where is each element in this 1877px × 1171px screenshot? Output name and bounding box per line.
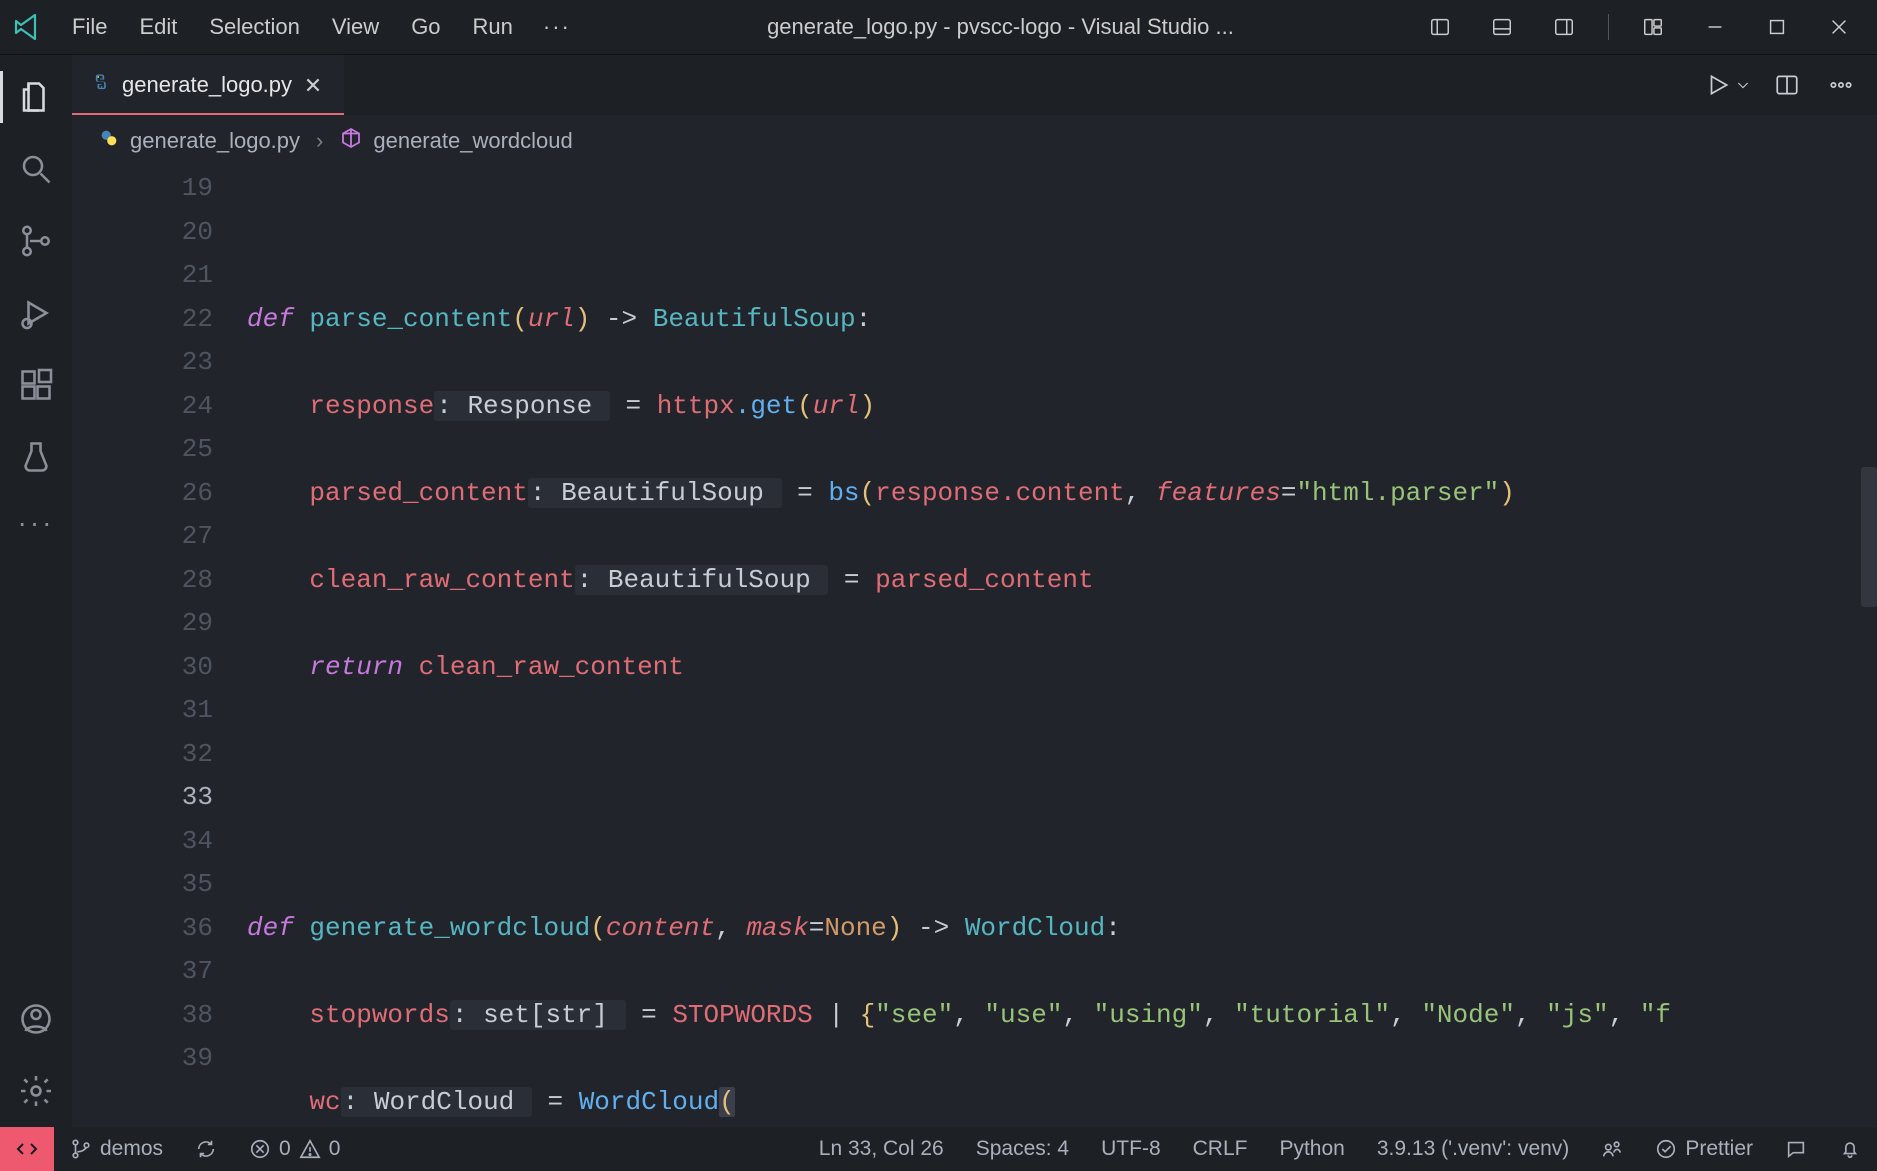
- split-editor-icon[interactable]: [1769, 67, 1805, 103]
- activity-source-control[interactable]: [0, 205, 72, 277]
- activity-bar: ···: [0, 55, 72, 1127]
- title-bar: File Edit Selection View Go Run ··· gene…: [0, 0, 1877, 55]
- status-problems[interactable]: 0 0: [233, 1127, 356, 1171]
- status-language[interactable]: Python: [1263, 1127, 1360, 1171]
- menu-overflow[interactable]: ···: [529, 8, 585, 46]
- status-feedback[interactable]: [1769, 1127, 1823, 1171]
- run-file-button[interactable]: [1705, 72, 1751, 98]
- activity-accounts[interactable]: [0, 983, 72, 1055]
- menu-selection[interactable]: Selection: [193, 8, 316, 46]
- status-indentation[interactable]: Spaces: 4: [960, 1127, 1085, 1171]
- layout-left-icon[interactable]: [1416, 7, 1464, 47]
- code-content[interactable]: def parse_content(url) -> BeautifulSoup:…: [247, 167, 1877, 1127]
- tab-close-icon[interactable]: [304, 74, 326, 96]
- window-maximize[interactable]: [1753, 7, 1801, 47]
- window-minimize[interactable]: [1691, 7, 1739, 47]
- tab-filename: generate_logo.py: [122, 72, 292, 98]
- layout-bottom-icon[interactable]: [1478, 7, 1526, 47]
- status-sync[interactable]: [179, 1127, 233, 1171]
- separator: [1608, 14, 1609, 40]
- activity-explorer[interactable]: [0, 61, 72, 133]
- activity-testing[interactable]: [0, 421, 72, 493]
- editor-more-icon[interactable]: [1823, 67, 1859, 103]
- activity-search[interactable]: [0, 133, 72, 205]
- status-branch[interactable]: demos: [54, 1127, 179, 1171]
- breadcrumb[interactable]: generate_logo.py › generate_wordcloud: [72, 115, 1877, 167]
- status-encoding[interactable]: UTF-8: [1085, 1127, 1177, 1171]
- status-live-share[interactable]: [1585, 1127, 1639, 1171]
- tab-generate-logo[interactable]: generate_logo.py: [72, 55, 344, 115]
- status-interpreter[interactable]: 3.9.13 ('.venv': venv): [1361, 1127, 1585, 1171]
- remote-indicator[interactable]: [0, 1127, 54, 1171]
- activity-extensions[interactable]: [0, 349, 72, 421]
- breadcrumb-symbol[interactable]: generate_wordcloud: [373, 128, 572, 154]
- code-editor[interactable]: 19 20 21 22 23 24 25 26 27 28 29 30 31 3…: [72, 167, 1877, 1127]
- python-file-icon: [90, 72, 110, 98]
- editor-tabs: generate_logo.py: [72, 55, 1877, 115]
- breadcrumb-file[interactable]: generate_logo.py: [130, 128, 300, 154]
- activity-settings[interactable]: [0, 1055, 72, 1127]
- status-cursor-position[interactable]: Ln 33, Col 26: [803, 1127, 960, 1171]
- layout-right-icon[interactable]: [1540, 7, 1588, 47]
- status-eol[interactable]: CRLF: [1177, 1127, 1264, 1171]
- activity-run-debug[interactable]: [0, 277, 72, 349]
- minimap-slider[interactable]: [1861, 467, 1877, 607]
- menu-edit[interactable]: Edit: [123, 8, 193, 46]
- customize-layout-icon[interactable]: [1629, 7, 1677, 47]
- vscode-logo-icon: [12, 11, 44, 43]
- activity-overflow[interactable]: ···: [18, 493, 55, 553]
- chevron-right-icon: ›: [310, 128, 329, 154]
- window-title: generate_logo.py - pvscc-logo - Visual S…: [585, 14, 1416, 40]
- status-prettier[interactable]: Prettier: [1639, 1127, 1769, 1171]
- editor-group: generate_logo.py generate_logo.py ›: [72, 55, 1877, 1127]
- menu-run[interactable]: Run: [457, 8, 529, 46]
- line-gutter: 19 20 21 22 23 24 25 26 27 28 29 30 31 3…: [72, 167, 247, 1127]
- minimap[interactable]: [1859, 167, 1877, 1127]
- menu-go[interactable]: Go: [395, 8, 456, 46]
- python-file-icon: [98, 127, 120, 155]
- symbol-method-icon: [339, 126, 363, 156]
- menu-file[interactable]: File: [56, 8, 123, 46]
- menu-view[interactable]: View: [316, 8, 395, 46]
- status-notifications[interactable]: [1823, 1127, 1877, 1171]
- window-close[interactable]: [1815, 7, 1863, 47]
- status-bar: demos 0 0 Ln 33, Col 26 Spaces: 4 UTF-8 …: [0, 1127, 1877, 1171]
